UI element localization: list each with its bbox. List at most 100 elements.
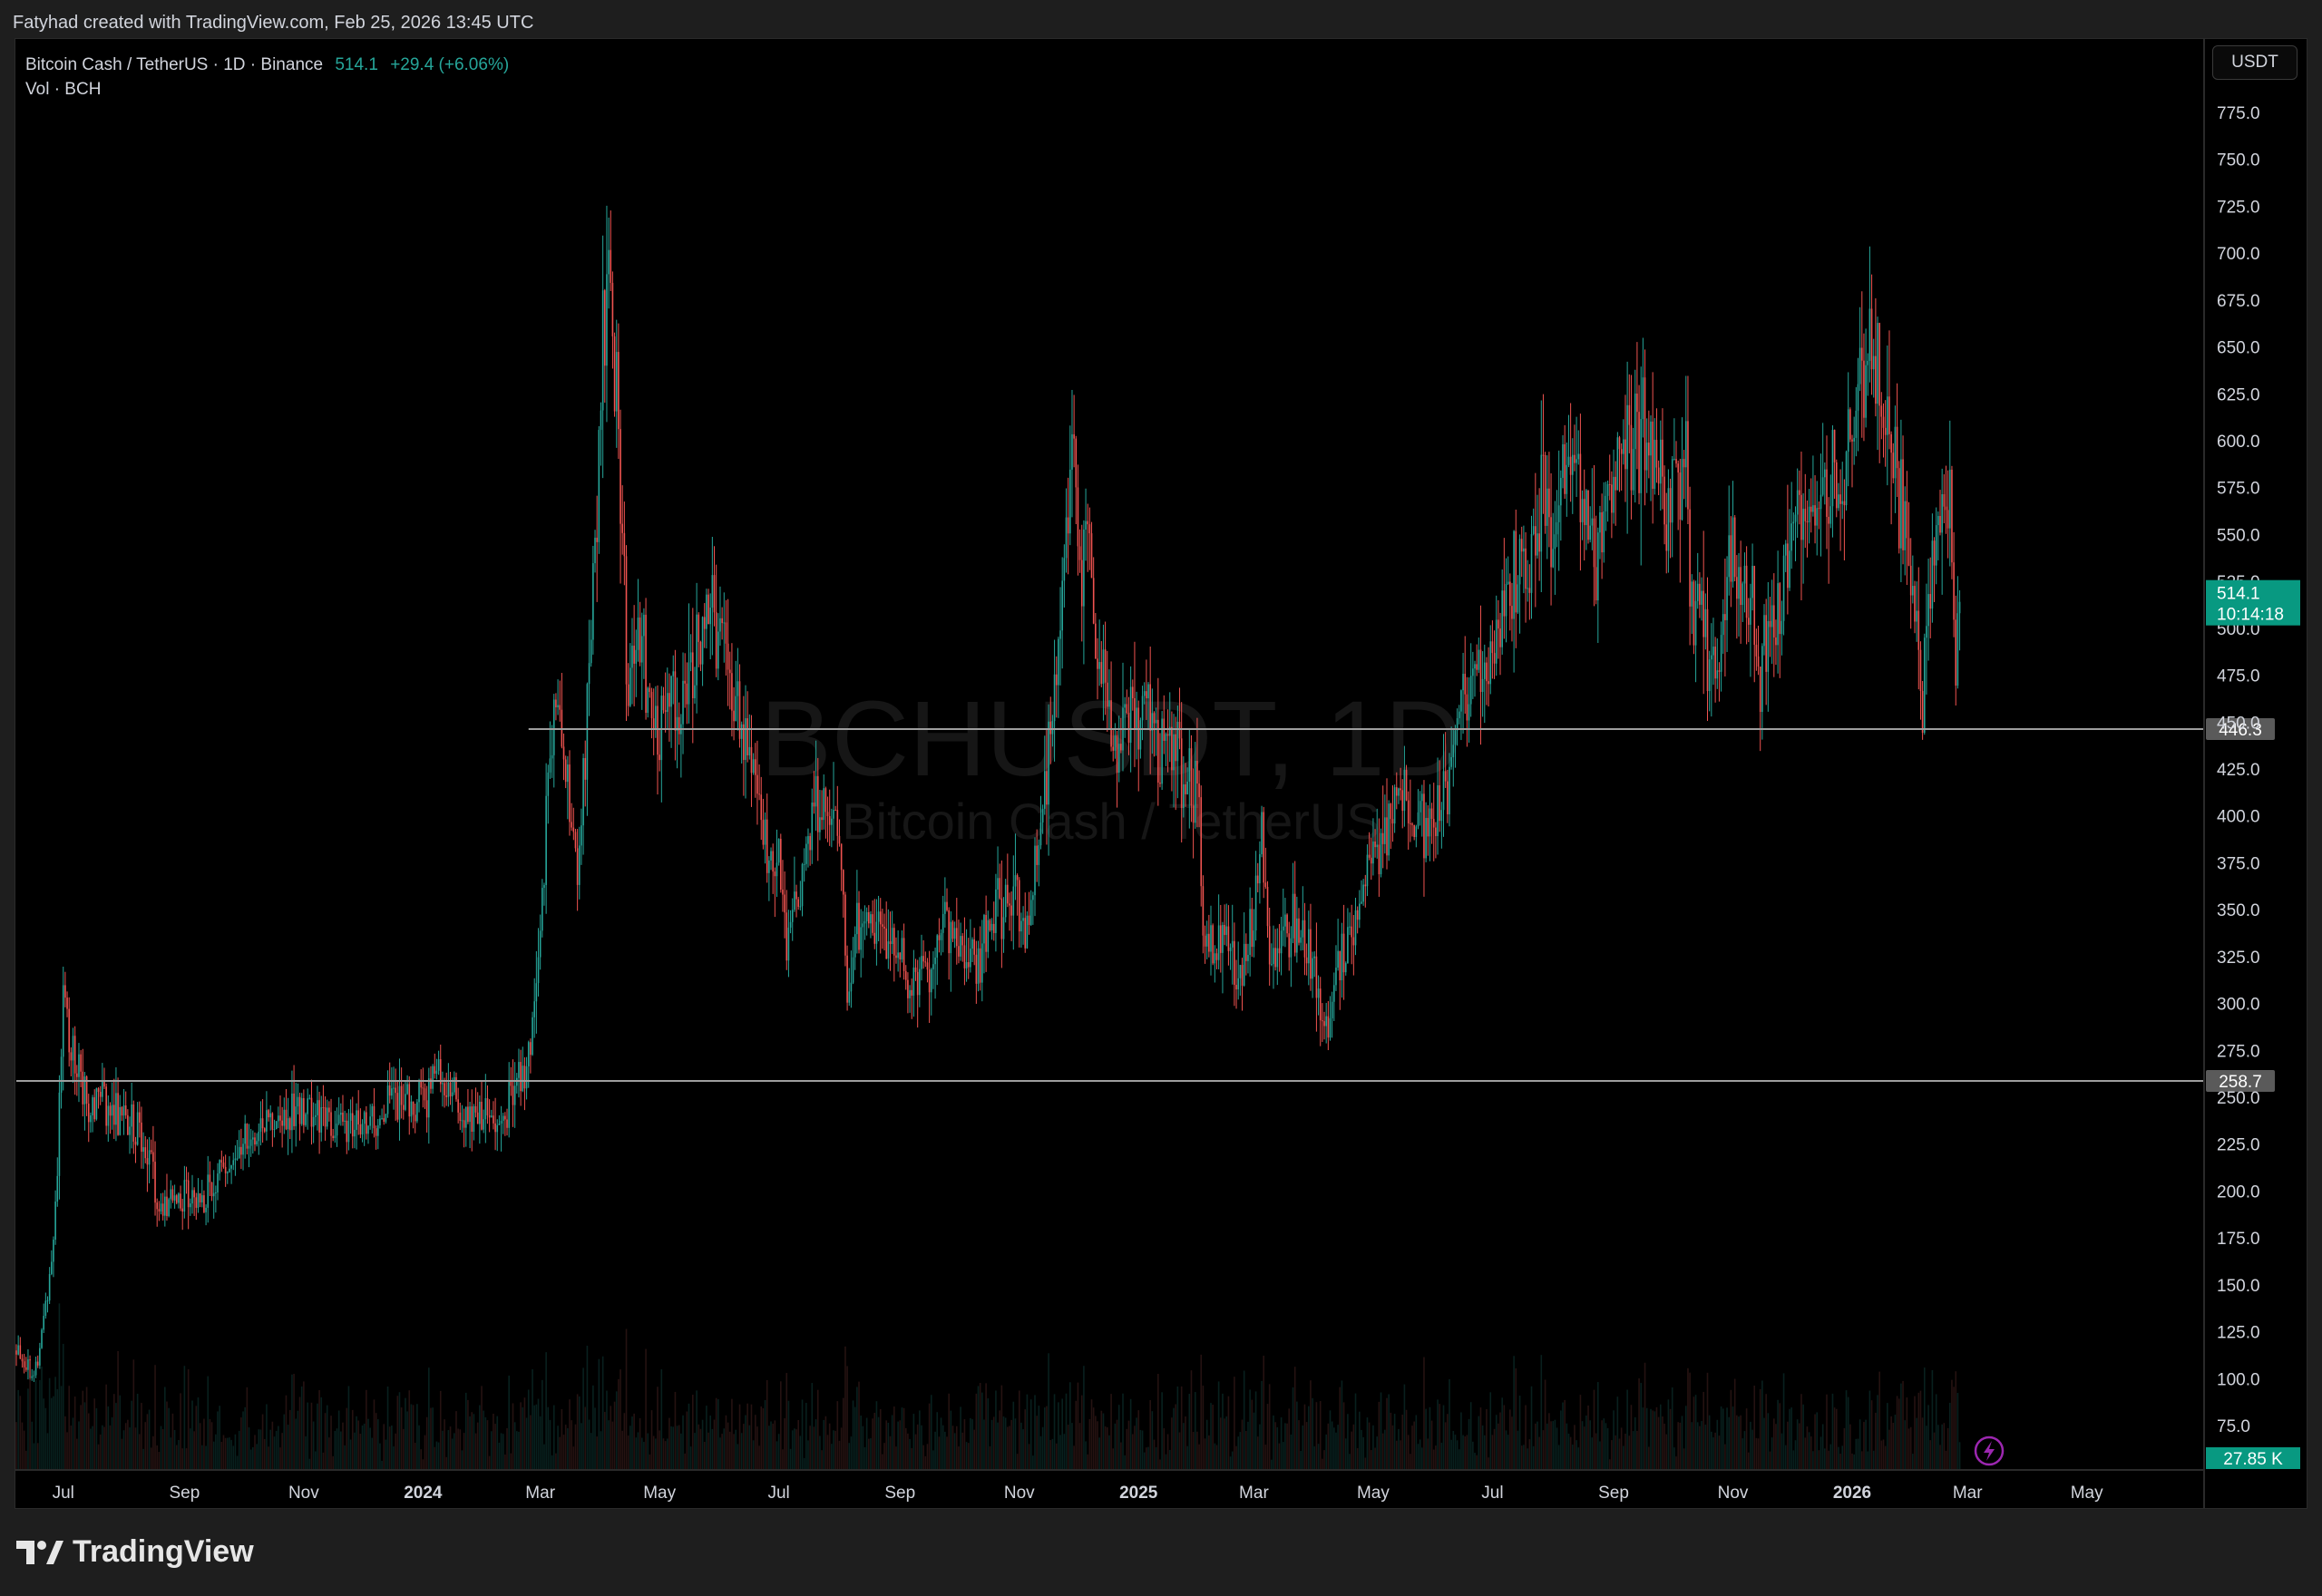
volume-bar [1417, 1444, 1420, 1469]
candle-body [815, 775, 817, 807]
candle-body [1532, 526, 1535, 534]
volume-bar [1517, 1430, 1519, 1469]
candle-body [1273, 948, 1274, 965]
volume-bar [1878, 1371, 1880, 1469]
price-unit-selector[interactable]: USDT [2212, 45, 2298, 80]
candle-body [1012, 886, 1015, 916]
candle-body [1538, 533, 1540, 552]
watermark-name: Bitcoin Cash / TetherUS [842, 793, 1380, 850]
candle-body [1421, 793, 1423, 802]
candle-body [488, 1114, 491, 1118]
volume-bar [1271, 1459, 1273, 1469]
volume-bar [1423, 1357, 1425, 1469]
candle-body [1691, 581, 1693, 607]
candle-body [699, 641, 702, 665]
candle-body [152, 1152, 154, 1163]
candle-body [828, 815, 831, 825]
volume-bar [451, 1438, 454, 1469]
candle-body [1059, 630, 1061, 639]
candle-body [1196, 760, 1198, 784]
candle-body [1063, 558, 1066, 581]
candle-body [68, 1008, 70, 1053]
volume-bar [1816, 1412, 1819, 1469]
volume-bar [21, 1422, 24, 1469]
candle-body [1117, 744, 1120, 774]
volume-bar [256, 1444, 258, 1469]
volume-bar [1872, 1450, 1875, 1469]
candle-body [181, 1208, 184, 1212]
volume-bar [136, 1393, 139, 1469]
volume-bar [779, 1381, 782, 1469]
volume-bar [1312, 1397, 1313, 1469]
candle-body [631, 646, 633, 668]
legend-symbol[interactable]: Bitcoin Cash / TetherUS · 1D · Binance [25, 55, 323, 74]
candle-body [1794, 514, 1797, 522]
candle-body [1523, 548, 1525, 552]
volume-bar [938, 1436, 941, 1469]
candle-body [1929, 594, 1932, 609]
volume-bar [1481, 1425, 1484, 1469]
legend-volume[interactable]: Vol · BCH [25, 77, 509, 102]
volume-bar [664, 1441, 667, 1469]
candle-body [428, 1078, 430, 1118]
volume-bar [29, 1360, 31, 1469]
candle-body [777, 839, 780, 863]
candle-body [758, 793, 760, 795]
candle-body [1225, 926, 1228, 936]
price-tick-label: 100.0 [2217, 1370, 2260, 1389]
candle-body [1092, 578, 1095, 624]
volume-bar [1268, 1384, 1271, 1469]
candle-body [1361, 901, 1362, 904]
candle-body [1401, 790, 1404, 812]
volume-bar [1192, 1432, 1195, 1469]
lightning-bolt-icon[interactable] [1974, 1435, 2005, 1466]
volume-bar [391, 1425, 393, 1469]
candle-body [1907, 538, 1910, 566]
price-tick-label: 675.0 [2217, 292, 2260, 311]
volume-bar [414, 1443, 416, 1469]
legend-symbol-row[interactable]: Bitcoin Cash / TetherUS · 1D · Binance 5… [25, 53, 509, 77]
volume-bar [398, 1392, 401, 1469]
price-tick-label: 300.0 [2217, 996, 2260, 1015]
candle-body [190, 1203, 191, 1208]
volume-bar [1882, 1439, 1885, 1469]
candle-body [1613, 476, 1615, 513]
candle-body [1673, 459, 1675, 461]
volume-bar [1214, 1443, 1216, 1469]
volume-bar [647, 1433, 649, 1469]
candle-body [635, 649, 638, 664]
volume-bar [660, 1369, 663, 1469]
candle-body [1415, 826, 1418, 838]
candle-body [1909, 565, 1912, 596]
candle-body [1429, 808, 1431, 837]
candle-body [1857, 384, 1859, 411]
volume-bar [1618, 1438, 1621, 1469]
volume-bar [1589, 1420, 1591, 1469]
candle-body [1655, 440, 1658, 468]
candle-body [533, 1001, 536, 1017]
candle-body [543, 884, 545, 889]
volume-bar [412, 1405, 415, 1469]
volume-bar [670, 1426, 672, 1469]
volume-bar [1188, 1394, 1191, 1469]
footer-brand[interactable]: TradingView [16, 1534, 254, 1570]
candle-body [1384, 817, 1386, 844]
candle-body [1919, 649, 1922, 691]
volume-bar [1724, 1444, 1726, 1469]
candle-body [1344, 963, 1347, 973]
volume-bar [1300, 1451, 1302, 1469]
candle-body [672, 671, 675, 676]
volume-bar [1393, 1414, 1396, 1469]
volume-bar [1495, 1415, 1498, 1469]
volume-bar [1186, 1445, 1188, 1469]
volume-bar [902, 1407, 905, 1469]
volume-bar [1421, 1447, 1423, 1469]
price-chart[interactable]: BCHUSDT, 1DBitcoin Cash / TetherUS446.32… [0, 0, 2322, 1596]
candle-body [222, 1162, 225, 1167]
candle-body [1290, 938, 1293, 958]
volume-bar [1061, 1398, 1063, 1469]
candle-body [1002, 917, 1005, 939]
volume-bar [148, 1409, 151, 1469]
volume-label: 27.85 K [2223, 1450, 2283, 1469]
volume-bar [1927, 1405, 1929, 1469]
